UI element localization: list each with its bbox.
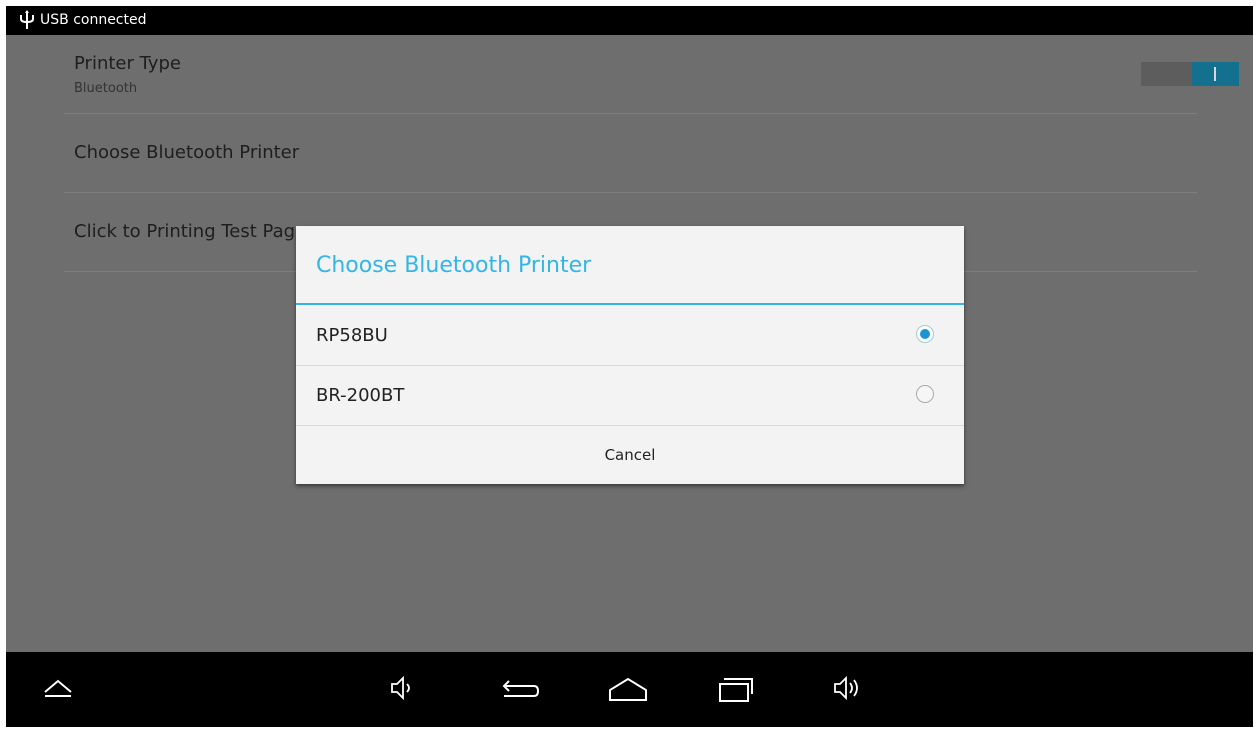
printer-option-rp58bu[interactable]: RP58BU bbox=[296, 306, 964, 366]
status-bar: USB connected bbox=[6, 6, 1253, 35]
radio-unselected-icon[interactable] bbox=[916, 385, 934, 403]
printer-option-label: RP58BU bbox=[316, 325, 388, 346]
printer-type-subtitle: Bluetooth bbox=[74, 81, 138, 96]
radio-selected-icon[interactable] bbox=[916, 325, 934, 343]
recent-apps-icon[interactable] bbox=[718, 674, 754, 704]
printer-type-toggle[interactable] bbox=[1141, 62, 1239, 86]
choose-printer-dialog: Choose Bluetooth Printer RP58BU BR-200BT… bbox=[296, 226, 964, 484]
printer-option-br200bt[interactable]: BR-200BT bbox=[296, 366, 964, 426]
dialog-title-divider bbox=[296, 303, 964, 305]
volume-down-icon[interactable] bbox=[389, 674, 417, 702]
toggle-knob bbox=[1192, 62, 1239, 86]
print-test-page-title: Click to Printing Test Page bbox=[74, 221, 307, 242]
choose-bluetooth-printer-row[interactable]: Choose Bluetooth Printer bbox=[64, 114, 1197, 193]
back-icon[interactable] bbox=[500, 676, 540, 704]
printer-type-row[interactable]: Printer Type Bluetooth bbox=[64, 35, 1239, 114]
usb-icon bbox=[20, 10, 34, 29]
device-screen: USB connected Printer Type Bluetooth Cho… bbox=[6, 6, 1253, 727]
up-arrow-icon[interactable] bbox=[42, 678, 74, 698]
status-text: USB connected bbox=[40, 12, 147, 28]
dialog-title: Choose Bluetooth Printer bbox=[316, 253, 592, 278]
volume-up-icon[interactable] bbox=[832, 674, 868, 702]
printer-type-title: Printer Type bbox=[74, 53, 181, 74]
cancel-button[interactable]: Cancel bbox=[296, 426, 964, 484]
home-icon[interactable] bbox=[608, 676, 648, 702]
navigation-bar bbox=[6, 652, 1253, 727]
printer-option-label: BR-200BT bbox=[316, 385, 405, 406]
choose-bluetooth-printer-title: Choose Bluetooth Printer bbox=[74, 142, 300, 163]
